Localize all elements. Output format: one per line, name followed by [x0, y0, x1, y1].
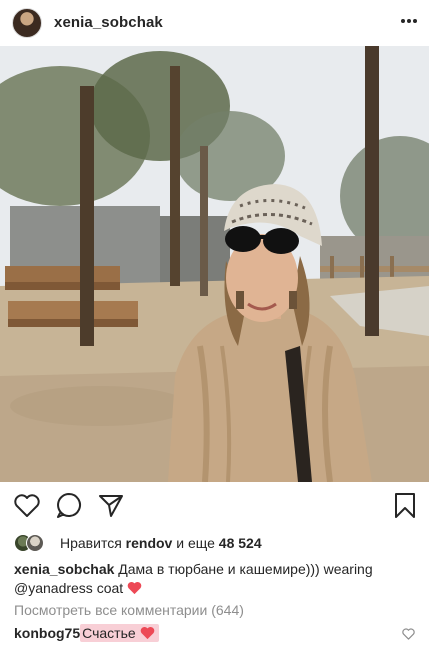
- red-heart-icon: [127, 581, 142, 595]
- avatar[interactable]: [12, 8, 42, 38]
- caption-tail: coat: [96, 580, 124, 596]
- avatar: [26, 534, 44, 552]
- red-heart-icon: [140, 626, 154, 640]
- post-caption: xenia_sobchak Дама в тюрбане и кашемире)…: [14, 560, 419, 598]
- comment-bubble-icon[interactable]: [54, 490, 84, 520]
- paper-plane-icon[interactable]: [96, 490, 126, 520]
- liker-avatars: [14, 534, 50, 552]
- caption-text: Дама в тюрбане и кашемире))) wearing: [118, 561, 373, 577]
- ellipsis-icon[interactable]: [401, 18, 417, 24]
- caption-username[interactable]: xenia_sobchak: [14, 561, 114, 577]
- view-all-comments-link[interactable]: Посмотреть все комментарии (644): [14, 602, 244, 618]
- comment-row: konbog75 Счастье: [14, 624, 159, 642]
- post-username[interactable]: xenia_sobchak: [54, 14, 163, 31]
- comment-text: Счастье: [82, 625, 136, 641]
- bookmark-icon[interactable]: [390, 490, 420, 520]
- likes-prefix: Нравится: [60, 535, 122, 551]
- comment-username[interactable]: konbog75: [14, 625, 80, 641]
- small-heart-outline-icon[interactable]: [402, 628, 415, 640]
- likes-user[interactable]: rendov: [126, 535, 173, 551]
- photo-illustration: [0, 46, 429, 482]
- likes-middle: и еще: [176, 535, 215, 551]
- action-bar: [0, 490, 429, 522]
- caption-mention[interactable]: @yanadress: [14, 580, 93, 596]
- likes-summary[interactable]: Нравится rendov и еще 48 524: [14, 534, 262, 552]
- heart-outline-icon[interactable]: [12, 490, 42, 520]
- comment-highlight: Счастье: [80, 624, 159, 642]
- likes-count[interactable]: 48 524: [219, 535, 262, 551]
- post-header: xenia_sobchak: [0, 0, 429, 46]
- post-photo[interactable]: [0, 46, 429, 482]
